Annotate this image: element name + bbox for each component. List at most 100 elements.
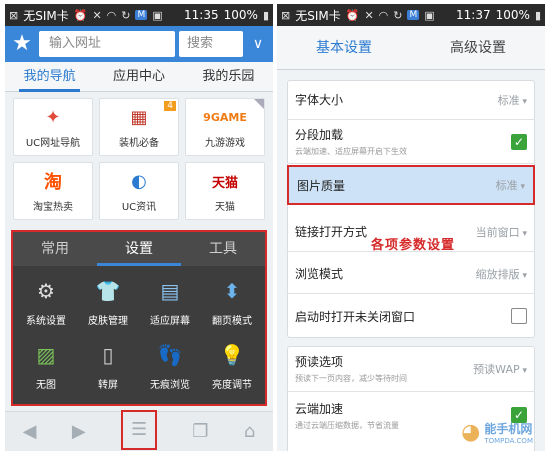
clock: 11:35 xyxy=(184,8,219,22)
setting-value[interactable]: 标准 xyxy=(498,92,527,108)
tab-advanced-settings[interactable]: 高级设置 xyxy=(411,26,545,69)
setting-image-quality[interactable]: 图片质量 标准 xyxy=(287,165,535,205)
sim-icon: ⊠ xyxy=(281,8,291,22)
chevron-down-icon[interactable]: ∨ xyxy=(247,36,269,52)
setting-preload[interactable]: 预读选项 预读下一页内容，减少等待时间 预读WAP xyxy=(287,346,535,392)
setting-label: 字体大小 xyxy=(295,93,344,107)
menu-item-brightness[interactable]: 💡 亮度调节 xyxy=(201,340,263,400)
watermark: ◕ 能手机网 TOMPDA.COM xyxy=(461,420,533,445)
status-bar: ⊠ 无SIM卡 ⏰ ✕ ◠ ↻ M ▣ 11:35 100% ▮ xyxy=(5,4,273,26)
checkbox-checked-icon[interactable]: ✓ xyxy=(511,133,527,150)
mute-icon: ✕ xyxy=(364,8,374,22)
battery-percent: 100% xyxy=(495,8,530,22)
rotate-screen-icon: ▯ xyxy=(102,343,114,367)
carrier-text: 无SIM卡 xyxy=(23,8,69,23)
shortcut-tmall[interactable]: 天猫 天猫 xyxy=(185,162,265,220)
fit-screen-icon: ▤ xyxy=(160,279,180,303)
menu-item-label: 适应屏幕 xyxy=(150,316,190,327)
setting-font-size[interactable]: 字体大小 标准 xyxy=(287,80,535,120)
setting-value[interactable]: 缩放排版 xyxy=(476,266,527,282)
menu-item-label: 皮肤管理 xyxy=(88,316,128,327)
menu-item-system-settings[interactable]: ⚙ 系统设置 xyxy=(15,276,77,336)
nav-tabs: 我的导航 应用中心 我的乐园 xyxy=(5,62,273,92)
page-arrows-icon: ⬍ xyxy=(223,279,241,303)
shortcut-taobao[interactable]: 淘 淘宝热卖 xyxy=(13,162,93,220)
tab-my-park[interactable]: 我的乐园 xyxy=(184,62,273,91)
shortcut-label: 淘宝热卖 xyxy=(33,202,73,213)
image-icon: ▣ xyxy=(152,8,163,22)
sync-icon: ↻ xyxy=(121,8,131,22)
shortcut-label: UC网址导航 xyxy=(25,138,81,149)
watermark-site: TOMPDA.COM xyxy=(484,437,533,445)
setting-value[interactable]: 预读WAP xyxy=(473,361,527,377)
home-icon[interactable]: ⌂ xyxy=(244,421,255,442)
shortcut-uc-news[interactable]: ◐ UC资讯 xyxy=(99,162,179,220)
shortcut-label: UC资讯 xyxy=(121,202,157,213)
wifi-icon: ◠ xyxy=(106,8,117,22)
menu-grid: ⚙ 系统设置 👕 皮肤管理 ▤ 适应屏幕 ⬍ 翻页模式 ▨ 无图 ▯ 转屏 👣 … xyxy=(13,266,265,400)
menu-item-page-mode[interactable]: ⬍ 翻页模式 xyxy=(201,276,263,336)
menu-item-label: 无痕浏览 xyxy=(150,380,190,391)
apps-icon: ▦ xyxy=(130,106,148,128)
setting-value[interactable]: 标准 xyxy=(496,177,525,193)
uc-browser-home-screen: ⊠ 无SIM卡 ⏰ ✕ ◠ ↻ M ▣ 11:35 100% ▮ ★ 输入网址 … xyxy=(5,4,273,451)
setting-restore-windows[interactable]: 启动时打开未关闭窗口 xyxy=(287,296,535,336)
game-icon: 9GAME xyxy=(203,110,247,124)
popup-menu: 常用 设置 工具 ⚙ 系统设置 👕 皮肤管理 ▤ 适应屏幕 ⬍ 翻页模式 ▨ 无… xyxy=(11,230,267,406)
menu-item-label: 亮度调节 xyxy=(212,380,252,391)
menu-item-skin[interactable]: 👕 皮肤管理 xyxy=(77,276,139,336)
menu-tab-settings[interactable]: 设置 xyxy=(97,232,181,266)
menu-icon[interactable]: ☰ xyxy=(121,409,158,450)
tab-my-nav[interactable]: 我的导航 xyxy=(5,62,94,92)
setting-value[interactable]: 当前窗口 xyxy=(476,224,527,240)
tab-app-center[interactable]: 应用中心 xyxy=(94,62,183,91)
carrier-text: 无SIM卡 xyxy=(295,8,341,23)
tab-basic-settings[interactable]: 基本设置 xyxy=(277,26,411,69)
menu-item-label: 系统设置 xyxy=(26,316,66,327)
alarm-icon: ⏰ xyxy=(73,8,88,22)
menu-item-label: 转屏 xyxy=(98,380,118,391)
back-icon[interactable]: ◀ xyxy=(23,421,37,442)
shortcut-uc-nav[interactable]: ✦ UC网址导航 xyxy=(13,98,93,156)
battery-percent: 100% xyxy=(223,8,258,22)
bottom-toolbar: ◀ ▶ ☰ ❐ ⌂ xyxy=(5,409,273,451)
menu-item-rotate[interactable]: ▯ 转屏 xyxy=(77,340,139,400)
menu-item-label: 无图 xyxy=(36,380,56,391)
m-badge-icon: M xyxy=(407,10,420,20)
menu-item-fit-screen[interactable]: ▤ 适应屏幕 xyxy=(139,276,201,336)
checkbox-unchecked-icon[interactable] xyxy=(511,308,527,324)
forward-icon[interactable]: ▶ xyxy=(72,421,86,442)
shortcut-essentials[interactable]: 4 ▦ 装机必备 xyxy=(99,98,179,156)
footprint-icon: 👣 xyxy=(157,343,183,367)
menu-tab-common[interactable]: 常用 xyxy=(13,232,97,266)
setting-segment-load[interactable]: 分段加载 云端加速、适应屏幕开启下生效 ✓ xyxy=(287,120,535,164)
bookmark-star-icon[interactable]: ★ xyxy=(9,31,35,57)
menu-item-incognito[interactable]: 👣 无痕浏览 xyxy=(139,340,201,400)
clock: 11:37 xyxy=(456,8,491,22)
windows-icon[interactable]: ❐ xyxy=(192,421,208,442)
corner-marker xyxy=(254,99,264,109)
shortcut-9game[interactable]: 9GAME 九游游戏 xyxy=(185,98,265,156)
tshirt-icon: 👕 xyxy=(95,279,121,303)
settings-tabs: 基本设置 高级设置 xyxy=(277,26,545,70)
bulb-icon: 💡 xyxy=(219,343,245,367)
settings-screen: ⊠ 无SIM卡 ⏰ ✕ ◠ ↻ M ▣ 11:37 100% ▮ 基本设置 高级… xyxy=(277,4,545,451)
taobao-icon: 淘 xyxy=(44,172,62,193)
setting-browse-mode[interactable]: 浏览模式 缩放排版 xyxy=(287,254,535,294)
menu-tabs: 常用 设置 工具 xyxy=(13,232,265,266)
url-input[interactable]: 输入网址 xyxy=(39,31,175,57)
search-input[interactable]: 搜索 xyxy=(179,31,243,57)
setting-label: 浏览模式 xyxy=(295,267,344,281)
menu-item-no-image[interactable]: ▨ 无图 xyxy=(15,340,77,400)
setting-label: 启动时打开未关闭窗口 xyxy=(295,309,416,324)
sync-icon: ↻ xyxy=(393,8,403,22)
mute-icon: ✕ xyxy=(92,8,102,22)
setting-label: 云端加速 xyxy=(295,401,344,416)
tmall-icon: 天猫 xyxy=(211,175,238,191)
count-badge: 4 xyxy=(164,101,176,111)
address-bar: ★ 输入网址 搜索 ∨ xyxy=(5,26,273,62)
watermark-logo-icon: ◕ xyxy=(461,420,481,445)
setting-label: 预读选项 xyxy=(295,355,344,369)
menu-tab-tools[interactable]: 工具 xyxy=(181,232,265,266)
news-icon: ◐ xyxy=(131,170,147,192)
